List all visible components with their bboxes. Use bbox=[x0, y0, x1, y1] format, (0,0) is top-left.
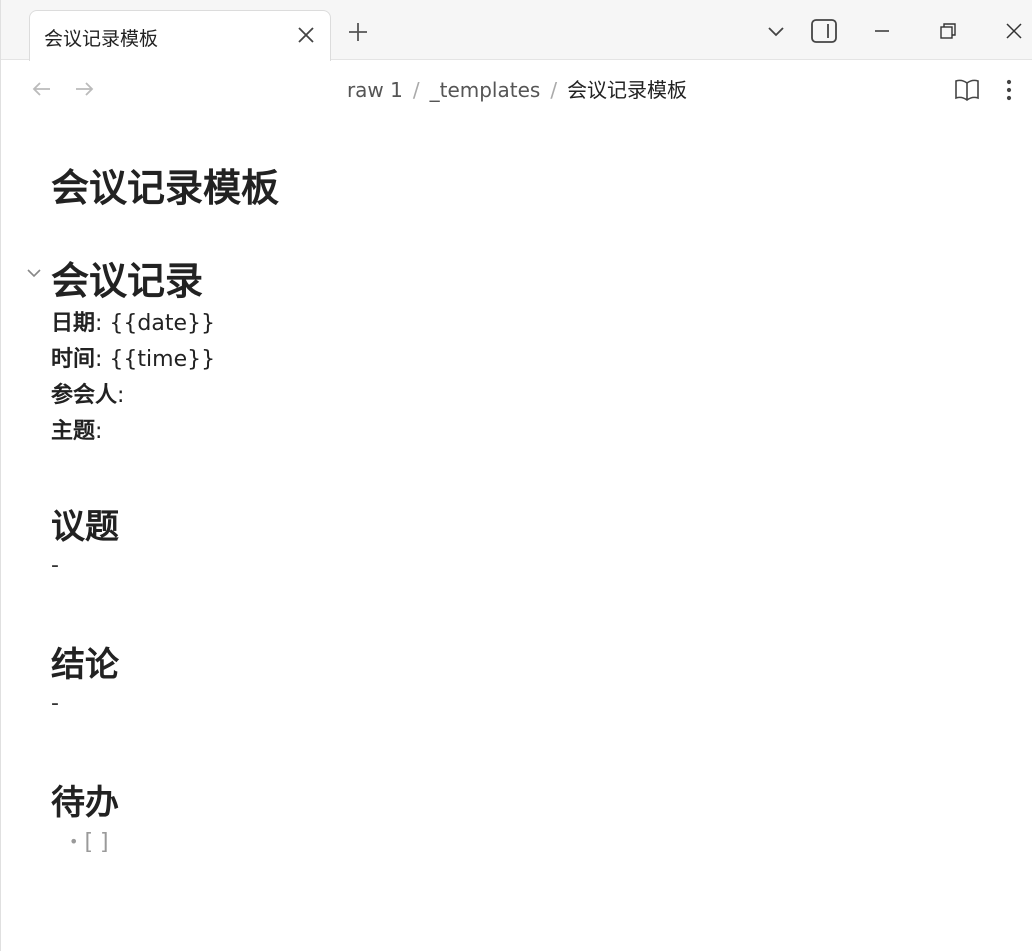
chevron-down-icon[interactable] bbox=[761, 16, 791, 46]
tab-strip: 会议记录模板 bbox=[1, 0, 1032, 61]
bullet: • bbox=[69, 832, 79, 851]
tab-active[interactable]: 会议记录模板 bbox=[29, 10, 331, 61]
breadcrumb-item-templates[interactable]: _templates bbox=[430, 78, 541, 102]
field-topic[interactable]: 主题: bbox=[51, 414, 991, 450]
field-attendees[interactable]: 参会人: bbox=[51, 378, 991, 414]
field-label: 时间 bbox=[51, 347, 96, 372]
close-window-icon[interactable] bbox=[999, 16, 1029, 46]
heading-block-main: 会议记录 bbox=[27, 256, 991, 306]
field-value: : {{date}} bbox=[95, 311, 216, 336]
field-label: 日期 bbox=[51, 311, 96, 336]
field-time[interactable]: 时间: {{time}} bbox=[51, 342, 991, 378]
minimize-icon[interactable] bbox=[867, 16, 897, 46]
field-date[interactable]: 日期: {{date}} bbox=[51, 306, 991, 342]
breadcrumb-current[interactable]: 会议记录模板 bbox=[567, 78, 687, 102]
field-label: 参会人 bbox=[51, 383, 118, 408]
conclusion-body[interactable]: - bbox=[51, 688, 991, 720]
note-title[interactable]: 会议记录模板 bbox=[51, 160, 991, 216]
agenda-body[interactable]: - bbox=[51, 550, 991, 582]
chevron-down-icon[interactable] bbox=[25, 264, 43, 282]
heading-meeting-record[interactable]: 会议记录 bbox=[51, 256, 991, 306]
tab-title: 会议记录模板 bbox=[44, 28, 159, 50]
sidebar-toggle-icon[interactable] bbox=[809, 16, 839, 46]
nav-bar: raw 1 / _templates / 会议记录模板 bbox=[1, 60, 1032, 116]
breadcrumb-separator: / bbox=[550, 78, 558, 102]
field-value: : {{time}} bbox=[95, 347, 216, 372]
app-window: 会议记录模板 raw 1 / _templates / 会议记录模板 会议记录模… bbox=[0, 0, 1032, 951]
breadcrumb-separator: / bbox=[412, 78, 420, 102]
close-icon[interactable] bbox=[294, 23, 318, 47]
task-checkbox-text[interactable]: [ ] bbox=[84, 830, 108, 855]
plus-icon[interactable] bbox=[345, 19, 371, 45]
restore-icon[interactable] bbox=[933, 16, 963, 46]
book-open-icon[interactable] bbox=[953, 76, 981, 104]
breadcrumb-item-raw[interactable]: raw 1 bbox=[347, 78, 403, 102]
more-vertical-icon[interactable] bbox=[995, 76, 1023, 104]
heading-todo[interactable]: 待办 bbox=[51, 780, 991, 826]
field-value: : bbox=[95, 419, 103, 444]
field-label: 主题 bbox=[51, 419, 96, 444]
heading-agenda[interactable]: 议题 bbox=[51, 504, 991, 550]
breadcrumb: raw 1 / _templates / 会议记录模板 bbox=[1, 74, 1032, 103]
field-value: : bbox=[117, 383, 125, 408]
note-content[interactable]: 会议记录模板 会议记录 日期: {{date}} 时间: {{time}} 参会… bbox=[27, 160, 991, 859]
task-item[interactable]: • [ ] bbox=[51, 826, 991, 859]
heading-conclusion[interactable]: 结论 bbox=[51, 642, 991, 688]
